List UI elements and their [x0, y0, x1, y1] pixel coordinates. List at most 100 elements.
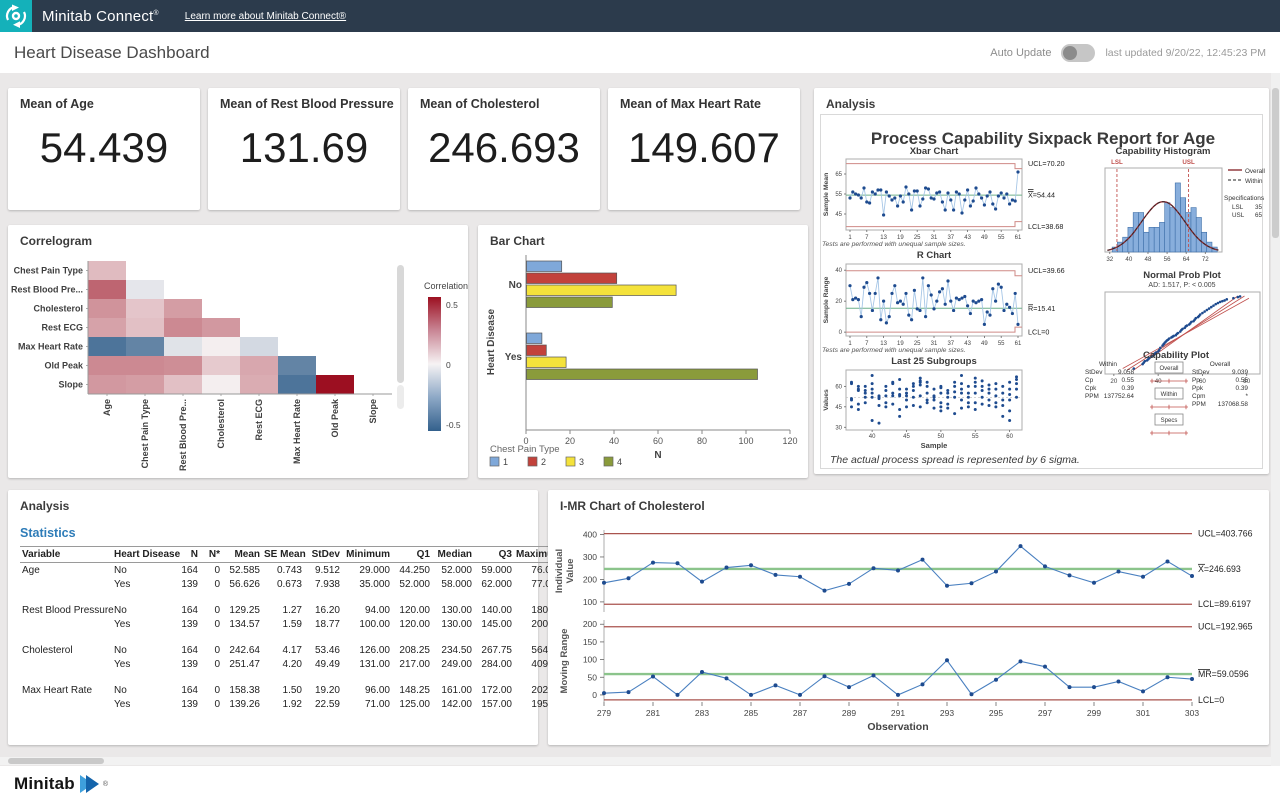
- svg-text:9.058: 9.058: [1118, 369, 1134, 376]
- sixpack-report-chart[interactable]: Process Capability Sixpack Report for Ag…: [814, 88, 1269, 474]
- svg-text:287: 287: [793, 708, 807, 718]
- svg-text:100: 100: [738, 436, 753, 446]
- svg-text:LCL=0: LCL=0: [1028, 328, 1049, 337]
- heart-disease-bar-chart[interactable]: NoYes020406080100120NHeart DiseaseChest …: [478, 225, 808, 478]
- svg-text:UCL=403.766: UCL=403.766: [1198, 529, 1253, 539]
- svg-text:150: 150: [583, 637, 597, 647]
- svg-text:65: 65: [835, 172, 842, 178]
- svg-text:3: 3: [579, 457, 584, 467]
- svg-text:*: *: [1246, 393, 1249, 400]
- kpi-title: Mean of Cholesterol: [420, 97, 539, 111]
- svg-text:72: 72: [1202, 256, 1209, 263]
- svg-text:N: N: [654, 450, 661, 461]
- analysis-sixpack-panel: Analysis Process Capability Sixpack Repo…: [814, 88, 1269, 474]
- svg-text:UCL=70.20: UCL=70.20: [1028, 159, 1065, 168]
- statistics-table-wrap: VariableHeart DiseaseNN*MeanSE MeanStDev…: [20, 546, 526, 711]
- svg-text:LCL=38.68: LCL=38.68: [1028, 222, 1063, 231]
- svg-text:No: No: [509, 280, 522, 291]
- svg-text:0: 0: [839, 330, 843, 336]
- correlogram-heatmap[interactable]: Chest Pain TypeRest Blood Pre...Choleste…: [8, 225, 468, 478]
- statistics-heading: Statistics: [20, 526, 76, 540]
- statistics-table: VariableHeart DiseaseNN*MeanSE MeanStDev…: [20, 546, 564, 711]
- imr-chart[interactable]: 100200300400UCL=403.766X=246.693LCL=89.6…: [548, 490, 1269, 745]
- svg-text:120: 120: [782, 436, 797, 446]
- svg-text:0.55: 0.55: [1122, 377, 1135, 384]
- svg-text:303: 303: [1185, 708, 1199, 718]
- svg-text:UCL=192.965: UCL=192.965: [1198, 622, 1253, 632]
- svg-text:Capability Plot: Capability Plot: [1143, 350, 1210, 361]
- svg-text:Overall: Overall: [1245, 168, 1265, 175]
- svg-text:Cpk: Cpk: [1085, 385, 1097, 392]
- stats-col-header: Median: [432, 547, 474, 563]
- imr-chart-panel: I-MR Chart of Cholesterol 100200300400UC…: [548, 490, 1269, 745]
- learn-more-link[interactable]: Learn more about Minitab Connect®: [185, 11, 346, 22]
- svg-text:40: 40: [1155, 378, 1162, 385]
- page-header: Heart Disease Dashboard Auto Update last…: [0, 32, 1280, 74]
- svg-text:Cp: Cp: [1085, 377, 1094, 384]
- svg-text:80: 80: [697, 436, 707, 446]
- svg-text:Cholesterol: Cholesterol: [33, 304, 83, 314]
- svg-text:0.5: 0.5: [446, 300, 458, 310]
- stats-row: CholesterolNo1640242.644.1753.46126.0020…: [20, 643, 564, 657]
- svg-text:Heart Disease: Heart Disease: [486, 308, 497, 375]
- svg-text:Chest Pain Type: Chest Pain Type: [490, 444, 560, 455]
- minitab-arrow-logo-icon: [80, 775, 102, 793]
- svg-text:LSL: LSL: [1232, 204, 1244, 211]
- svg-text:0.39: 0.39: [1236, 385, 1249, 392]
- auto-update-toggle[interactable]: [1061, 44, 1095, 62]
- svg-text:61: 61: [1015, 341, 1022, 347]
- horizontal-scrollbar: [0, 757, 1271, 765]
- svg-text:200: 200: [583, 574, 597, 584]
- svg-text:55: 55: [998, 235, 1005, 241]
- svg-text:Values: Values: [823, 389, 830, 411]
- last-updated-text: last updated 9/20/22, 12:45:23 PM: [1105, 47, 1266, 59]
- stats-col-header: Heart Disease: [112, 547, 174, 563]
- svg-text:48: 48: [1145, 256, 1152, 263]
- horizontal-scrollbar-thumb[interactable]: [8, 758, 104, 764]
- svg-text:Pp: Pp: [1192, 377, 1200, 384]
- page-footer: Minitab ®: [0, 766, 1280, 802]
- svg-text:295: 295: [989, 708, 1003, 718]
- svg-text:65: 65: [1255, 212, 1263, 219]
- svg-text:Sample Mean: Sample Mean: [823, 173, 830, 216]
- svg-text:Sample Range: Sample Range: [823, 276, 830, 323]
- svg-text:40: 40: [609, 436, 619, 446]
- kpi-title: Mean of Rest Blood Pressure: [220, 97, 394, 111]
- svg-text:50: 50: [938, 434, 945, 440]
- brand-name: Minitab Connect®: [42, 8, 159, 25]
- kpi-card-mean-of-cholesterol: Mean of Cholesterol 246.693: [408, 88, 600, 210]
- svg-text:281: 281: [646, 708, 660, 718]
- analysis-statistics-panel: Analysis Statistics VariableHeart Diseas…: [8, 490, 538, 745]
- svg-text:Correlation: Correlation: [424, 281, 468, 291]
- svg-text:20: 20: [835, 299, 842, 305]
- svg-text:40: 40: [1125, 256, 1132, 263]
- stats-col-header: Q3: [474, 547, 514, 563]
- svg-text:Age: Age: [102, 399, 112, 416]
- svg-text:Old Peak: Old Peak: [44, 361, 84, 371]
- stats-col-header: Q1: [392, 547, 432, 563]
- svg-text:Max Heart Rate: Max Heart Rate: [18, 342, 83, 352]
- kpi-card-mean-of-max-heart-rate: Mean of Max Heart Rate 149.607: [608, 88, 800, 210]
- svg-text:49: 49: [981, 341, 988, 347]
- app: Minitab Connect® Learn more about Minita…: [0, 0, 1280, 802]
- svg-text:0.39: 0.39: [1122, 385, 1135, 392]
- svg-text:Slope: Slope: [58, 380, 83, 390]
- svg-text:Within: Within: [1245, 178, 1263, 185]
- svg-text:100: 100: [583, 655, 597, 665]
- vertical-scrollbar-thumb[interactable]: [1272, 88, 1279, 238]
- svg-text:Within: Within: [1161, 392, 1178, 398]
- svg-text:137752.64: 137752.64: [1104, 393, 1135, 400]
- stats-col-header: N*: [200, 547, 222, 563]
- header-controls: Auto Update last updated 9/20/22, 12:45:…: [990, 32, 1266, 73]
- kpi-card-mean-of-rest-blood-pressure: Mean of Rest Blood Pressure 131.69: [208, 88, 400, 210]
- footer-brand: Minitab: [14, 774, 75, 794]
- minitab-connect-logo-icon: [0, 0, 32, 32]
- svg-text:Individual: Individual: [554, 549, 565, 593]
- svg-text:0: 0: [446, 360, 451, 370]
- stats-col-header: SE Mean: [262, 547, 304, 563]
- stats-row: Yes1390251.474.2049.49131.00217.00249.00…: [20, 657, 564, 671]
- svg-text:0: 0: [592, 690, 597, 700]
- svg-text:297: 297: [1038, 708, 1052, 718]
- svg-text:4: 4: [617, 457, 622, 467]
- svg-text:64: 64: [1183, 256, 1190, 263]
